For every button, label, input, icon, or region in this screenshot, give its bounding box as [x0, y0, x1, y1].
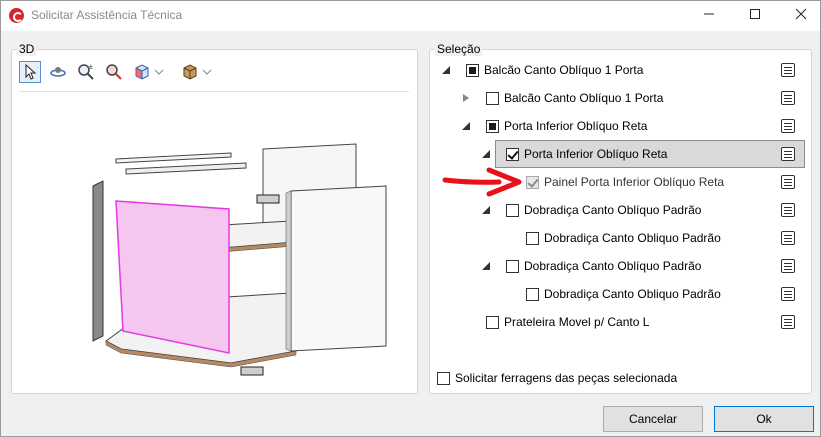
details-list-icon[interactable] — [781, 287, 795, 301]
chevron-down-icon — [202, 69, 212, 75]
request-hardware-label: Solicitar ferragens das peças selecionad… — [455, 371, 678, 385]
tree-row-label: Porta Inferior Oblíquo Reta — [524, 147, 668, 161]
tree-row-label: Balcão Canto Oblíquo 1 Porta — [484, 63, 644, 77]
app-logo-icon — [9, 8, 24, 23]
ok-button[interactable]: Ok — [714, 406, 814, 432]
highlighted-door-panel — [115, 200, 230, 354]
details-list-icon[interactable] — [781, 119, 795, 133]
material-dropdown[interactable] — [201, 61, 213, 83]
orbit-icon — [50, 67, 66, 77]
expanded-arrow-icon[interactable] — [481, 205, 491, 215]
window-title: Solicitar Assistência Técnica — [31, 8, 183, 22]
cube-view-icon — [135, 64, 149, 80]
orbit-tool-button[interactable] — [47, 61, 69, 83]
viewer-3d-label: 3D — [17, 42, 37, 56]
details-list-icon[interactable] — [781, 231, 795, 245]
tree-row-label: Prateleira Movel p/ Canto L — [504, 315, 650, 329]
top-rail-part — [125, 162, 247, 175]
expanded-arrow-icon[interactable] — [481, 261, 491, 271]
details-list-icon[interactable] — [781, 63, 795, 77]
close-button[interactable] — [779, 1, 821, 31]
tree-checkbox[interactable] — [506, 147, 519, 161]
request-hardware-option[interactable]: Solicitar ferragens das peças selecionad… — [437, 371, 677, 385]
close-icon — [795, 8, 807, 20]
title-bar: Solicitar Assistência Técnica — [1, 1, 820, 31]
tree-row-label: Dobradiça Canto Oblíquo Padrão — [524, 203, 702, 217]
hinge-part — [256, 194, 280, 204]
zoom-window-icon — [106, 64, 122, 80]
details-list-icon[interactable] — [781, 259, 795, 273]
expanded-arrow-icon[interactable] — [461, 121, 471, 131]
annotation-arrow-icon — [442, 167, 522, 197]
maximize-icon — [750, 9, 760, 19]
toolbar-divider — [19, 91, 409, 92]
details-list-icon[interactable] — [781, 147, 795, 161]
tree-row-label: Dobradiça Canto Oblíquo Padrão — [524, 259, 702, 273]
tree-checkbox[interactable] — [466, 63, 479, 77]
zoom-tool-button[interactable]: ± — [75, 61, 97, 83]
zoom-window-button[interactable] — [103, 61, 125, 83]
view-style-dropdown[interactable] — [153, 61, 165, 83]
cursor-icon — [25, 64, 37, 80]
top-rail-part — [115, 152, 232, 164]
tree-checkbox[interactable] — [526, 287, 539, 301]
maximize-button[interactable] — [733, 1, 777, 31]
svg-text:±: ± — [89, 64, 93, 71]
collapsed-arrow-icon[interactable] — [461, 93, 471, 103]
material-button[interactable] — [179, 61, 201, 83]
details-list-icon[interactable] — [781, 91, 795, 105]
details-list-icon[interactable] — [781, 203, 795, 217]
tree-checkbox[interactable] — [526, 231, 539, 245]
view-style-button[interactable] — [131, 61, 153, 83]
details-list-icon[interactable] — [781, 175, 795, 189]
tree-checkbox[interactable] — [506, 259, 519, 273]
tree-checkbox[interactable] — [486, 315, 499, 329]
chevron-down-icon — [154, 69, 164, 75]
cancel-button[interactable]: Cancelar — [603, 406, 703, 432]
selection-label: Seleção — [435, 42, 483, 56]
tree-checkbox[interactable] — [526, 175, 539, 189]
tree-row-label: Dobradiça Canto Obliquo Padrão — [544, 287, 721, 301]
hinge-part — [240, 366, 264, 376]
minimize-icon — [704, 13, 714, 15]
tree-checkbox[interactable] — [486, 119, 499, 133]
left-side-part — [92, 180, 104, 342]
tree-checkbox[interactable] — [506, 203, 519, 217]
dialog-window: Solicitar Assistência Técnica 3D ± Seleç… — [0, 0, 821, 437]
tree-row-label: Porta Inferior Oblíquo Reta — [504, 119, 648, 133]
minimize-button[interactable] — [687, 1, 731, 31]
select-tool-button[interactable] — [19, 61, 41, 83]
zoom-icon: ± — [78, 64, 94, 80]
tree-row-label: Painel Porta Inferior Oblíquo Reta — [544, 175, 725, 189]
right-door-part — [290, 185, 387, 352]
request-hardware-checkbox[interactable] — [437, 371, 450, 385]
box-icon — [183, 64, 197, 80]
tree-row-label: Balcão Canto Oblíquo 1 Porta — [504, 91, 664, 105]
tree-checkbox[interactable] — [486, 91, 499, 105]
expanded-arrow-icon[interactable] — [481, 149, 491, 159]
tree-row-label: Dobradiça Canto Obliquo Padrão — [544, 231, 721, 245]
expanded-arrow-icon[interactable] — [441, 65, 451, 75]
details-list-icon[interactable] — [781, 315, 795, 329]
cabinet-3d-model[interactable] — [81, 141, 401, 381]
